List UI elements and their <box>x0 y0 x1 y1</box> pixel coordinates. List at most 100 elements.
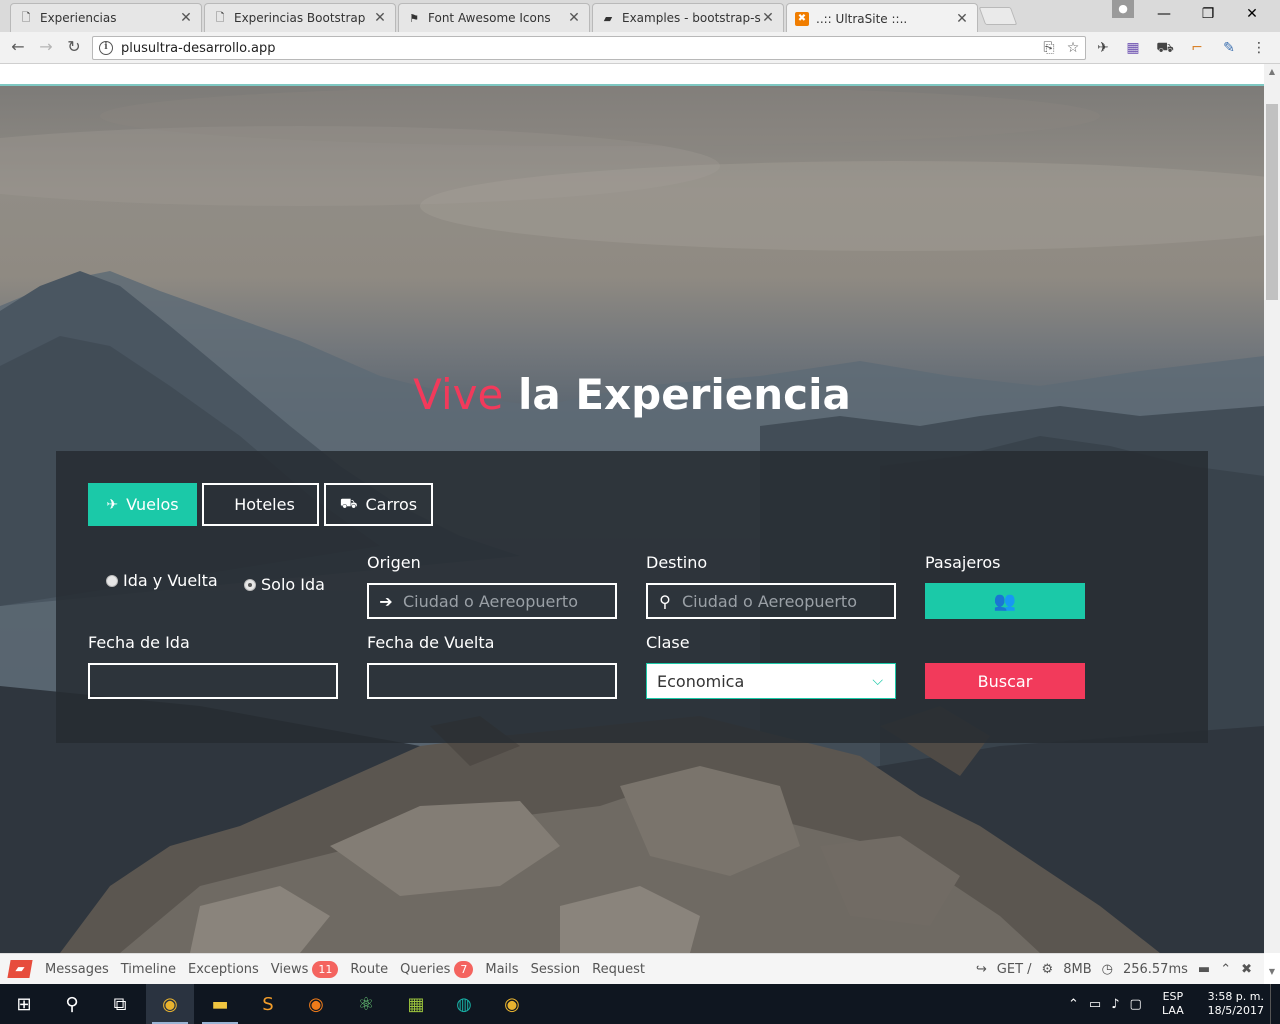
extension-grid-icon[interactable]: ▦ <box>1124 39 1142 57</box>
xampp-control-icon[interactable]: ▦ <box>392 984 440 1024</box>
chevron-up-icon[interactable]: ⌃ <box>1220 962 1231 977</box>
show-desktop-button[interactable] <box>1270 984 1280 1024</box>
clock[interactable]: 3:58 p. m. 18/5/2017 <box>1204 984 1264 1024</box>
close-icon[interactable]: ✖ <box>1241 962 1252 977</box>
radio-indicator[interactable] <box>106 574 118 587</box>
search-button[interactable]: Buscar <box>925 663 1085 699</box>
bookmark-star-icon[interactable]: ☆ <box>1061 40 1085 56</box>
hero-headline: Vive la Experiencia <box>0 370 1264 419</box>
address-bar[interactable]: i plusultra-desarrollo.app ⎘ ☆ <box>92 36 1086 60</box>
debugbar-logo-icon[interactable]: ▰ <box>7 960 33 978</box>
tab-hoteles[interactable]: Hoteles <box>202 483 319 526</box>
browser-tab[interactable]: 🗋 Experiencias ✕ <box>10 3 202 32</box>
info-icon[interactable]: i <box>99 41 113 55</box>
radio-indicator-selected[interactable] <box>244 578 256 591</box>
sublime-text-icon[interactable]: S <box>244 984 292 1024</box>
language-code: ESP <box>1162 990 1184 1003</box>
debugbar-tab-mails[interactable]: Mails <box>485 962 518 977</box>
users-icon: 👥 <box>993 590 1017 612</box>
class-select[interactable]: Economica ⌵ <box>646 663 896 699</box>
close-icon[interactable]: ✕ <box>567 10 581 26</box>
translate-icon[interactable]: ⎘ <box>1037 40 1061 56</box>
chrome-icon[interactable]: ◉ <box>146 984 194 1024</box>
browser-toolbar: ← → ↻ i plusultra-desarrollo.app ⎘ ☆ ✈ ▦… <box>0 32 1280 64</box>
debugbar-tab-route[interactable]: Route <box>350 962 388 977</box>
firefox-icon[interactable]: ◉ <box>292 984 340 1024</box>
window-close-button[interactable]: ✕ <box>1230 0 1274 28</box>
gitkraken-icon[interactable]: ◍ <box>440 984 488 1024</box>
close-icon[interactable]: ✕ <box>955 11 969 27</box>
debugbar-tab-exceptions[interactable]: Exceptions <box>188 962 259 977</box>
search-icon[interactable]: ⚲ <box>48 984 96 1024</box>
eyedropper-icon[interactable]: ✎ <box>1220 39 1238 57</box>
departure-date-label: Fecha de Ida <box>88 633 190 652</box>
back-arrow-icon[interactable]: ← <box>8 37 28 57</box>
origin-input[interactable]: ➔ Ciudad o Aereopuerto <box>367 583 617 619</box>
extension-bus-icon[interactable]: ⛟ <box>1156 39 1174 57</box>
user-profile-icon[interactable]: ● <box>1112 0 1134 18</box>
class-label: Clase <box>646 633 690 652</box>
flag-icon: ⚑ <box>409 11 419 25</box>
network-icon[interactable]: ▭ <box>1089 997 1101 1012</box>
return-date-input[interactable] <box>367 663 617 699</box>
close-icon[interactable]: ✕ <box>373 10 387 26</box>
url-text[interactable]: plusultra-desarrollo.app <box>121 41 1037 56</box>
debugbar-tab-label: Messages <box>45 961 109 977</box>
scrollbar-thumb[interactable] <box>1266 104 1278 300</box>
volume-icon[interactable]: ♪ <box>1111 997 1119 1012</box>
close-icon[interactable]: ✕ <box>761 10 775 26</box>
chevron-up-icon[interactable]: ⌃ <box>1068 997 1079 1012</box>
scroll-up-arrow-icon[interactable]: ▲ <box>1264 64 1280 80</box>
browser-tab[interactable]: ⚑ Font Awesome Icons ✕ <box>398 3 590 32</box>
debugbar-tab-session[interactable]: Session <box>531 962 581 977</box>
browser-tab[interactable]: ▰ Examples - bootstrap-sel ✕ <box>592 3 784 32</box>
debugbar-tab-queries[interactable]: Queries 7 <box>400 960 474 978</box>
scroll-down-arrow-icon[interactable]: ▼ <box>1264 964 1280 980</box>
file-explorer-icon[interactable]: ▬ <box>196 984 244 1024</box>
request-time: 256.57ms <box>1122 962 1188 977</box>
menu-icon[interactable]: ⋮ <box>1250 39 1268 57</box>
maximize-button[interactable]: ❐ <box>1186 0 1230 28</box>
debugbar-tab-label: Route <box>350 961 389 977</box>
browser-tab-title: Examples - bootstrap-sel <box>622 11 761 25</box>
origin-label: Origen <box>367 553 421 572</box>
tab-vuelos[interactable]: ✈ Vuelos <box>88 483 197 526</box>
debugbar-tab-messages[interactable]: Messages <box>45 962 109 977</box>
forward-arrow-icon[interactable]: → <box>36 37 56 57</box>
debugbar-tab-timeline[interactable]: Timeline <box>121 962 176 977</box>
close-icon[interactable]: ✕ <box>179 10 193 26</box>
keyboard-layout: LAA <box>1162 1004 1184 1017</box>
task-view-icon[interactable]: ⧉ <box>96 984 144 1024</box>
plane-icon: ✈ <box>106 496 119 513</box>
radio-one-way[interactable]: Solo Ida <box>244 575 325 594</box>
class-selected-value: Economica <box>657 671 745 691</box>
radio-round-trip[interactable]: Ida y Vuelta <box>106 571 218 590</box>
folder-open-icon[interactable]: ▬ <box>1198 962 1210 977</box>
destination-input[interactable]: ⚲ Ciudad o Aereopuerto <box>646 583 896 619</box>
atom-icon[interactable]: ⚛ <box>342 984 390 1024</box>
request-method: GET / <box>996 962 1032 977</box>
language-indicator[interactable]: ESP LAA <box>1162 984 1184 1024</box>
passengers-button[interactable]: 👥 <box>925 583 1085 619</box>
browser-tab[interactable]: 🗋 Experincias Bootstrap ✕ <box>204 3 396 32</box>
extension-icon[interactable]: ✈ <box>1094 39 1112 57</box>
minimize-button[interactable]: — <box>1142 0 1186 28</box>
chat-icon[interactable]: ▢ <box>1130 997 1142 1012</box>
new-tab-button[interactable] <box>978 7 1018 25</box>
browser-tab-active[interactable]: ✖ ..:: UltraSite ::.. ✕ <box>786 3 978 33</box>
debugbar-tab-request[interactable]: Request <box>592 962 645 977</box>
windows-start-icon[interactable]: ⊞ <box>0 984 48 1024</box>
chrome-icon[interactable]: ◉ <box>488 984 536 1024</box>
destination-placeholder: Ciudad o Aereopuerto <box>682 591 857 611</box>
tab-carros[interactable]: ⛟ Carros <box>324 483 433 526</box>
hero-section: Vive la Experiencia ✈ Vuelos Hoteles ⛟ C… <box>0 86 1264 953</box>
reload-icon[interactable]: ↻ <box>64 37 84 57</box>
memory-usage: 8MB <box>1063 962 1092 977</box>
browser-tab-title: Font Awesome Icons <box>428 11 551 25</box>
departure-date-input[interactable] <box>88 663 338 699</box>
debugbar-tab-views[interactable]: Views 11 <box>271 960 339 978</box>
extension-ruler-icon[interactable]: ⌐ <box>1188 39 1206 57</box>
debugbar: ▰ Messages Timeline Exceptions Views 11 R… <box>0 953 1264 984</box>
browser-tab-title: ..:: UltraSite ::.. <box>816 11 908 26</box>
return-date-label: Fecha de Vuelta <box>367 633 495 652</box>
